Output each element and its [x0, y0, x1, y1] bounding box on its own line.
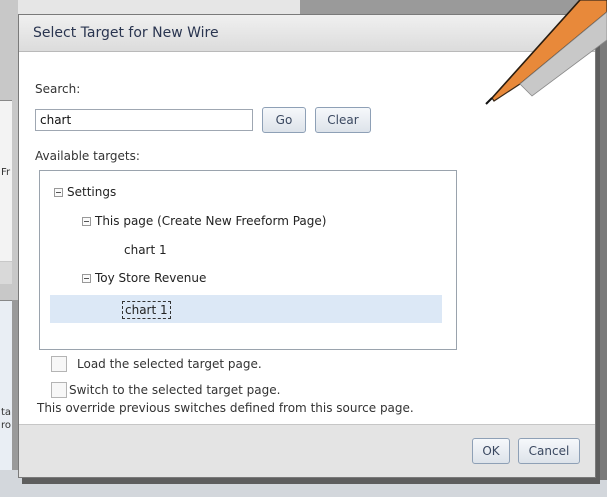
tree-selected-row[interactable] — [50, 295, 442, 323]
switch-page-checkbox[interactable] — [51, 382, 67, 398]
tree-node-label: chart 1 — [122, 301, 171, 319]
pencil-icon — [485, 0, 607, 105]
collapse-icon[interactable] — [82, 273, 91, 283]
tree-node-label: This page (Create New Freeform Page) — [95, 214, 327, 228]
search-input[interactable] — [35, 109, 253, 131]
search-label: Search: — [35, 82, 81, 96]
dialog-title: Select Target for New Wire — [33, 25, 219, 41]
load-page-label: Load the selected target page. — [77, 357, 262, 371]
background-panel-lower: ta ro — [0, 300, 12, 471]
cancel-button[interactable]: Cancel — [518, 438, 580, 464]
load-page-checkbox[interactable] — [51, 356, 67, 372]
background-text-fragment: ta — [1, 407, 12, 418]
background-panel-divider — [0, 262, 12, 284]
switch-page-label: Switch to the selected target page. — [69, 383, 281, 397]
tree-node-label: Settings — [67, 185, 117, 199]
targets-tree: Settings This page (Create New Freeform … — [39, 170, 457, 350]
go-button[interactable]: Go — [262, 107, 306, 133]
tree-node-label: chart 1 — [124, 243, 167, 257]
clear-button[interactable]: Clear — [315, 107, 371, 133]
background-toolbar — [0, 0, 300, 15]
dialog-footer: OK Cancel — [19, 424, 595, 477]
tree-node-label: Toy Store Revenue — [95, 271, 207, 285]
collapse-icon[interactable] — [54, 187, 63, 197]
tree-leaf-chart[interactable]: chart 1 — [124, 243, 167, 257]
available-targets-label: Available targets: — [35, 149, 140, 163]
collapse-icon[interactable] — [82, 216, 91, 226]
background-text-fragment: Fr — [1, 167, 11, 178]
background-panel: Fr — [0, 100, 12, 261]
tree-node-settings[interactable]: Settings — [54, 185, 116, 199]
override-note: This override previous switches defined … — [37, 401, 414, 415]
tree-node-toy-store-revenue[interactable]: Toy Store Revenue — [82, 271, 206, 285]
background-text-fragment: ro — [1, 420, 12, 431]
ok-button[interactable]: OK — [472, 438, 510, 464]
tree-node-this-page[interactable]: This page (Create New Freeform Page) — [82, 214, 326, 228]
tree-leaf-chart-selected[interactable]: chart 1 — [122, 301, 171, 319]
